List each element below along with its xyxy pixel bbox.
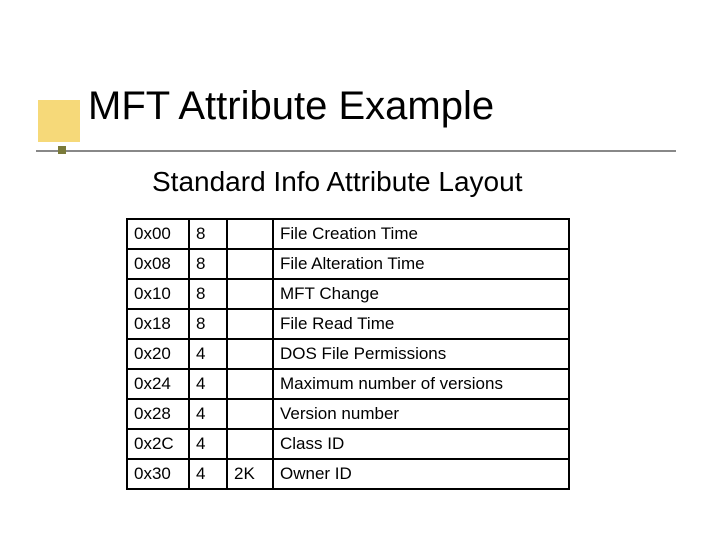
cell-desc: File Alteration Time [273,249,569,279]
slide-subtitle: Standard Info Attribute Layout [152,166,522,198]
cell-size: 4 [189,429,227,459]
cell-extra [227,429,273,459]
table-row: 0x30 4 2K Owner ID [127,459,569,489]
cell-desc: File Creation Time [273,219,569,249]
cell-extra [227,279,273,309]
table-row: 0x20 4 DOS File Permissions [127,339,569,369]
cell-size: 8 [189,279,227,309]
table-row: 0x2C 4 Class ID [127,429,569,459]
cell-extra [227,369,273,399]
table-row: 0x08 8 File Alteration Time [127,249,569,279]
cell-size: 4 [189,399,227,429]
cell-desc: Owner ID [273,459,569,489]
cell-size: 8 [189,309,227,339]
attribute-table: 0x00 8 File Creation Time 0x08 8 File Al… [126,218,570,490]
cell-offset: 0x08 [127,249,189,279]
cell-desc: MFT Change [273,279,569,309]
table-row: 0x18 8 File Read Time [127,309,569,339]
cell-offset: 0x28 [127,399,189,429]
cell-extra [227,219,273,249]
cell-offset: 0x2C [127,429,189,459]
cell-size: 4 [189,369,227,399]
table-row: 0x24 4 Maximum number of versions [127,369,569,399]
cell-offset: 0x00 [127,219,189,249]
table-row: 0x28 4 Version number [127,399,569,429]
cell-desc: DOS File Permissions [273,339,569,369]
cell-desc: Maximum number of versions [273,369,569,399]
slide-title: MFT Attribute Example [88,84,494,129]
cell-size: 4 [189,459,227,489]
cell-desc: Version number [273,399,569,429]
cell-extra: 2K [227,459,273,489]
table-row: 0x00 8 File Creation Time [127,219,569,249]
cell-size: 8 [189,219,227,249]
table-row: 0x10 8 MFT Change [127,279,569,309]
divider-tick [58,146,66,154]
cell-extra [227,249,273,279]
cell-extra [227,339,273,369]
cell-extra [227,399,273,429]
cell-desc: Class ID [273,429,569,459]
decor-square [38,100,80,142]
divider-line [36,150,676,152]
cell-offset: 0x20 [127,339,189,369]
cell-offset: 0x24 [127,369,189,399]
cell-size: 4 [189,339,227,369]
cell-size: 8 [189,249,227,279]
cell-extra [227,309,273,339]
cell-offset: 0x10 [127,279,189,309]
cell-offset: 0x18 [127,309,189,339]
slide: MFT Attribute Example Standard Info Attr… [0,0,720,540]
cell-desc: File Read Time [273,309,569,339]
cell-offset: 0x30 [127,459,189,489]
